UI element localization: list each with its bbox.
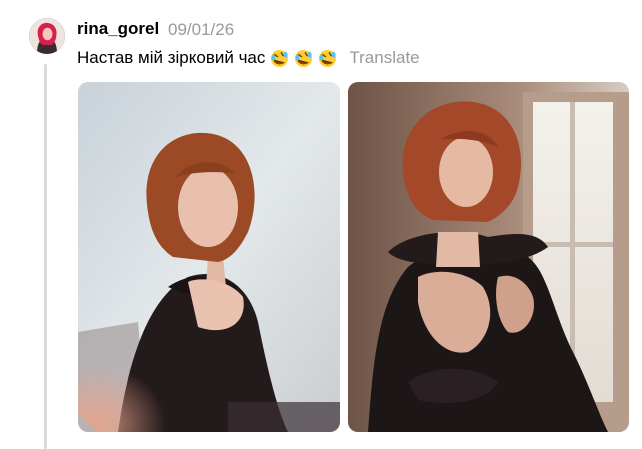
avatar[interactable]: [29, 18, 65, 54]
timestamp: 09/01/26: [168, 20, 235, 39]
thread-line: [44, 64, 47, 449]
post-photo-2[interactable]: [348, 82, 629, 432]
rolling-on-floor-laughing-icon: [270, 49, 289, 68]
post-caption: Настав мій зірковий час Translate: [77, 48, 420, 68]
post-photo-1[interactable]: [78, 82, 340, 432]
rolling-on-floor-laughing-icon: [294, 49, 313, 68]
caption-text: Настав мій зірковий час: [77, 48, 266, 67]
thread-post: rina_gorel 09/01/26 Настав мій зірковий …: [0, 0, 642, 449]
username[interactable]: rina_gorel: [77, 19, 159, 39]
avatar-photo: [29, 18, 65, 54]
rolling-on-floor-laughing-icon: [318, 49, 337, 68]
translate-link[interactable]: Translate: [349, 48, 419, 68]
